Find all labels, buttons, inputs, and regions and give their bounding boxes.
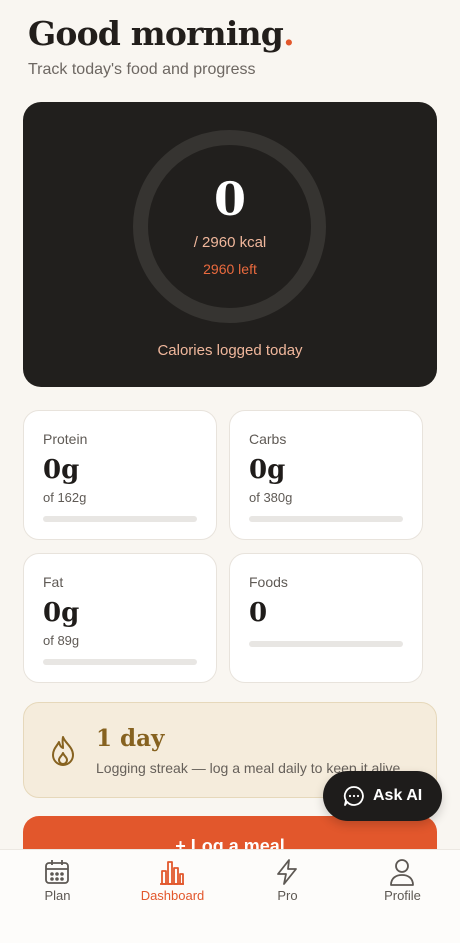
calories-caption: Calories logged today bbox=[157, 342, 303, 359]
user-icon bbox=[390, 859, 414, 886]
macro-goal: of 380g bbox=[249, 490, 293, 505]
macro-goal: of 162g bbox=[43, 490, 87, 505]
tab-profile[interactable]: Profile bbox=[345, 850, 460, 943]
macro-label: Foods bbox=[249, 574, 288, 590]
calories-left: 2960 left bbox=[203, 261, 257, 277]
macro-goal: of 89g bbox=[43, 633, 80, 648]
page-subtitle: Track today's food and progress bbox=[28, 61, 256, 78]
calories-logged-value: 0 bbox=[213, 172, 246, 226]
calories-goal: / 2960 kcal bbox=[193, 234, 267, 251]
ask-ai-label: Ask AI bbox=[373, 787, 423, 804]
tab-label: Profile bbox=[384, 888, 421, 903]
lightning-icon bbox=[277, 859, 297, 885]
tab-plan[interactable]: Plan bbox=[0, 850, 115, 943]
macro-label: Carbs bbox=[249, 431, 287, 447]
bottom-tab-bar: Plan Dashboard Pro Profile bbox=[0, 849, 460, 943]
macro-label: Fat bbox=[43, 574, 64, 590]
macro-value: 0g bbox=[43, 455, 80, 485]
macro-progress-bar bbox=[249, 516, 403, 522]
macro-progress-bar bbox=[249, 641, 403, 647]
macro-card-fat: Fat 0g of 89g bbox=[23, 553, 217, 683]
bar-chart-icon bbox=[160, 861, 184, 885]
tab-pro[interactable]: Pro bbox=[230, 850, 345, 943]
page-title: Good morning. bbox=[28, 14, 295, 53]
macro-card-carbs: Carbs 0g of 380g bbox=[229, 410, 423, 540]
macro-card-protein: Protein 0g of 162g bbox=[23, 410, 217, 540]
tab-dashboard[interactable]: Dashboard bbox=[115, 850, 230, 943]
ask-ai-button[interactable]: Ask AI bbox=[323, 771, 442, 821]
macro-progress-bar bbox=[43, 659, 197, 665]
streak-count: 1 day bbox=[96, 725, 165, 752]
greeting-dot: . bbox=[283, 14, 294, 53]
macro-progress-bar bbox=[43, 516, 197, 522]
macro-value: 0g bbox=[43, 598, 80, 628]
flame-icon bbox=[52, 736, 74, 766]
calorie-summary-card: 0 / 2960 kcal 2960 left Calories logged … bbox=[23, 102, 437, 387]
greeting-text: Good morning bbox=[28, 14, 284, 53]
tab-label: Pro bbox=[277, 888, 298, 903]
calendar-icon bbox=[45, 860, 69, 884]
macro-label: Protein bbox=[43, 431, 88, 447]
macro-card-foods: Foods 0 bbox=[229, 553, 423, 683]
tab-label: Plan bbox=[44, 888, 71, 903]
calorie-progress-ring bbox=[133, 130, 326, 323]
chat-bubble-icon bbox=[343, 786, 364, 806]
macro-value: 0g bbox=[249, 455, 286, 485]
macro-value: 0 bbox=[249, 598, 268, 628]
tab-label: Dashboard bbox=[140, 888, 205, 903]
